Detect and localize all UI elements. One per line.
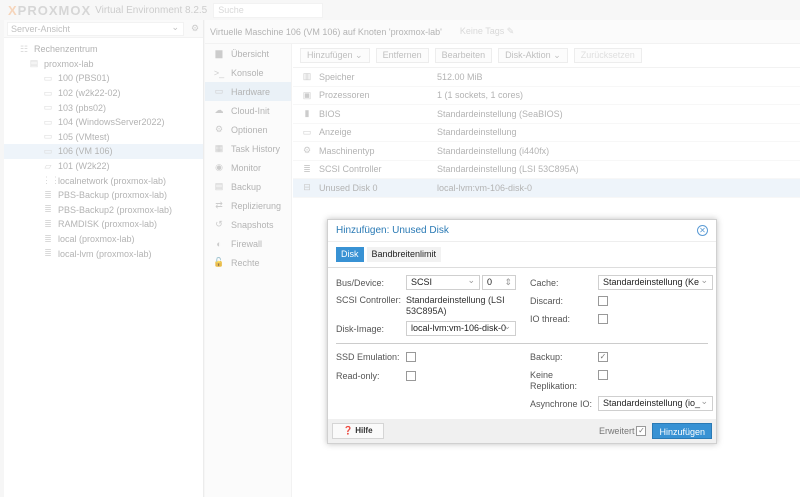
dialog-title: Hinzufügen: Unused Disk [336, 225, 449, 236]
advanced-toggle[interactable]: Erweitert ✓ [599, 426, 647, 436]
readonly-label: Read-only: [336, 371, 380, 381]
close-icon[interactable]: ✕ [697, 225, 708, 236]
submit-add-button[interactable]: Hinzufügen [652, 423, 712, 439]
tab-disk[interactable]: Disk [336, 247, 364, 262]
discard-checkbox[interactable] [598, 296, 608, 306]
add-unused-disk-dialog: Hinzufügen: Unused Disk ✕ Disk Bandbreite… [327, 219, 717, 444]
disk-image-select[interactable]: local-lvm:vm-106-disk-0 [406, 320, 516, 336]
help-icon: ❓ [343, 426, 353, 435]
iothread-label: IO thread: [530, 314, 571, 324]
ssd-label: SSD Emulation: [336, 352, 400, 362]
iothread-checkbox[interactable] [598, 314, 608, 324]
bus-select[interactable]: SCSI [406, 274, 480, 290]
scsi-value: Standardeinstellung (LSI 53C895A) [406, 295, 505, 316]
tab-bandwidth[interactable]: Bandbreitenlimit [366, 247, 442, 262]
no-replication-label: Keine Replikation: [530, 370, 578, 391]
aio-select[interactable]: Standardeinstellung (io_ [598, 396, 713, 411]
bus-label: Bus/Device: [336, 277, 385, 288]
cache-label: Cache: [530, 277, 559, 288]
advanced-checkbox[interactable]: ✓ [636, 426, 647, 436]
backup-checkbox[interactable]: ✓ [598, 352, 608, 362]
scsi-label: SCSI Controller: [336, 295, 402, 305]
divider [336, 343, 708, 344]
ssd-checkbox[interactable] [406, 352, 416, 362]
readonly-checkbox[interactable] [406, 371, 416, 381]
no-replication-checkbox[interactable] [598, 370, 608, 380]
backup-label: Backup: [530, 352, 563, 362]
device-stepper[interactable]: 0 ⇕ [482, 275, 516, 290]
image-label: Disk-Image: [336, 323, 385, 334]
discard-label: Discard: [530, 296, 564, 306]
help-button[interactable]: ❓ Hilfe [332, 423, 384, 439]
aio-label: Asynchrone IO: [530, 398, 593, 409]
cache-select[interactable]: Standardeinstellung (Ke [598, 275, 713, 290]
